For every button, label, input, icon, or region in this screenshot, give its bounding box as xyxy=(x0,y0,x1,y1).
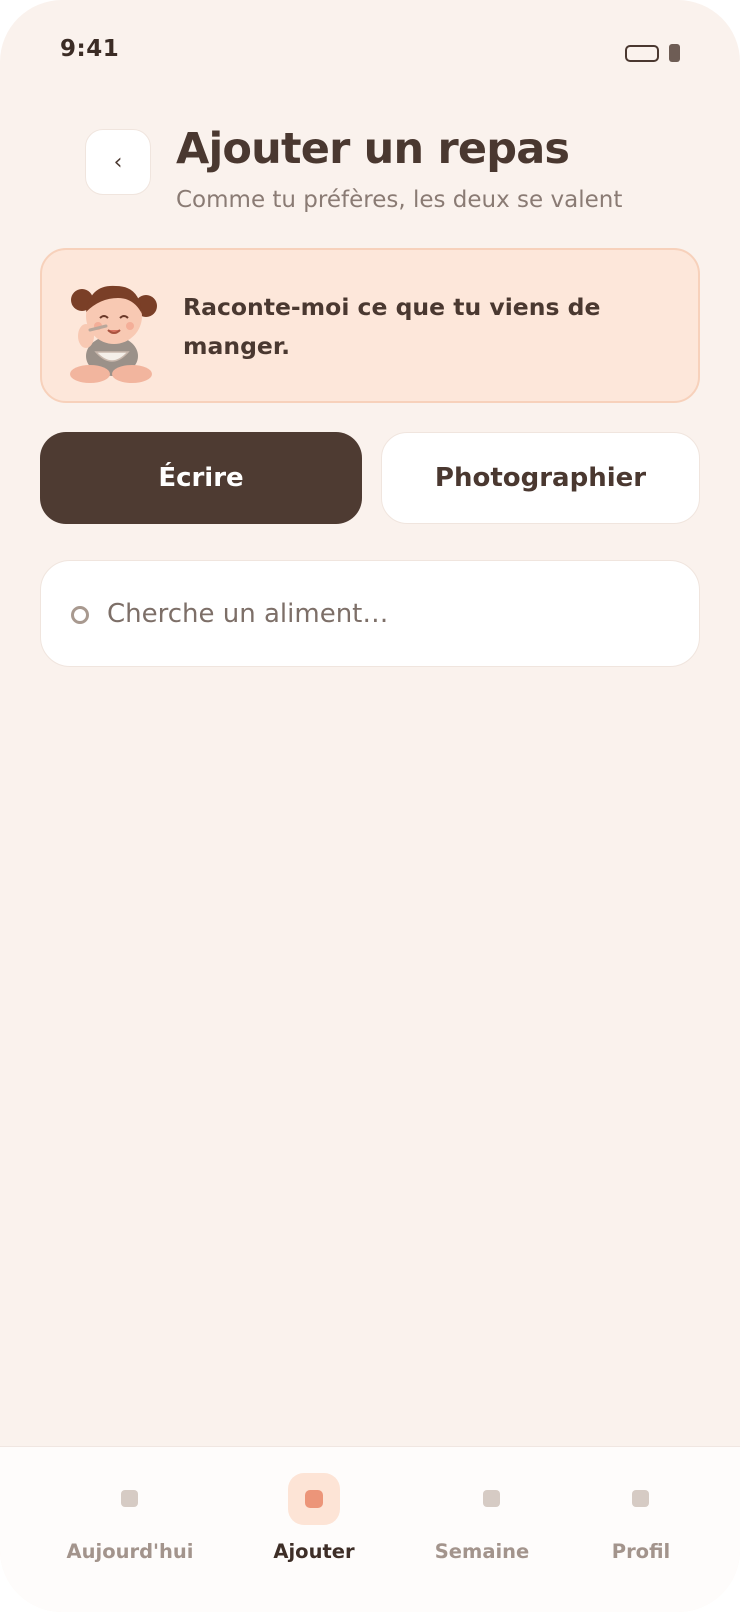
nav-label-profile: Profil xyxy=(611,1540,671,1563)
search-input[interactable] xyxy=(107,587,667,641)
back-button[interactable]: ‹ xyxy=(85,129,151,195)
battery-icon xyxy=(625,44,659,62)
page-subtitle: Comme tu préfères, les deux se valent xyxy=(176,187,623,213)
search-field[interactable] xyxy=(40,560,700,667)
baby-mascot-icon xyxy=(70,285,157,383)
tab-write[interactable]: Écrire xyxy=(40,432,362,524)
banner-message: Raconte-moi ce que tu viens de manger. xyxy=(183,293,601,360)
mascot-banner: Raconte-moi ce que tu viens de manger. xyxy=(40,248,700,403)
nav-label-week: Semaine xyxy=(434,1540,530,1563)
today-icon xyxy=(121,1490,138,1507)
status-time: 9:41 xyxy=(60,36,120,62)
profile-icon xyxy=(632,1490,649,1507)
signal-icon xyxy=(669,44,680,62)
chevron-left-icon: ‹ xyxy=(113,149,123,175)
nav-label-add: Ajouter xyxy=(273,1540,355,1563)
week-icon xyxy=(483,1490,500,1507)
nav-item-profile[interactable]: Profil xyxy=(570,1447,740,1612)
status-icons xyxy=(625,44,680,62)
bottom-nav: Aujourd'hui Ajouter Semaine Profil xyxy=(0,1446,740,1612)
app-screen: 9:41 ‹ Ajouter un repas Comme tu préfère… xyxy=(0,0,740,1612)
nav-item-add[interactable]: Ajouter xyxy=(260,1447,410,1612)
search-icon xyxy=(71,606,89,624)
tab-photograph[interactable]: Photographier xyxy=(381,432,700,524)
nav-label-today: Aujourd'hui xyxy=(66,1540,194,1563)
page-title: Ajouter un repas xyxy=(176,124,570,174)
nav-item-week[interactable]: Semaine xyxy=(410,1447,570,1612)
add-icon xyxy=(288,1473,340,1525)
nav-item-today[interactable]: Aujourd'hui xyxy=(0,1447,260,1612)
